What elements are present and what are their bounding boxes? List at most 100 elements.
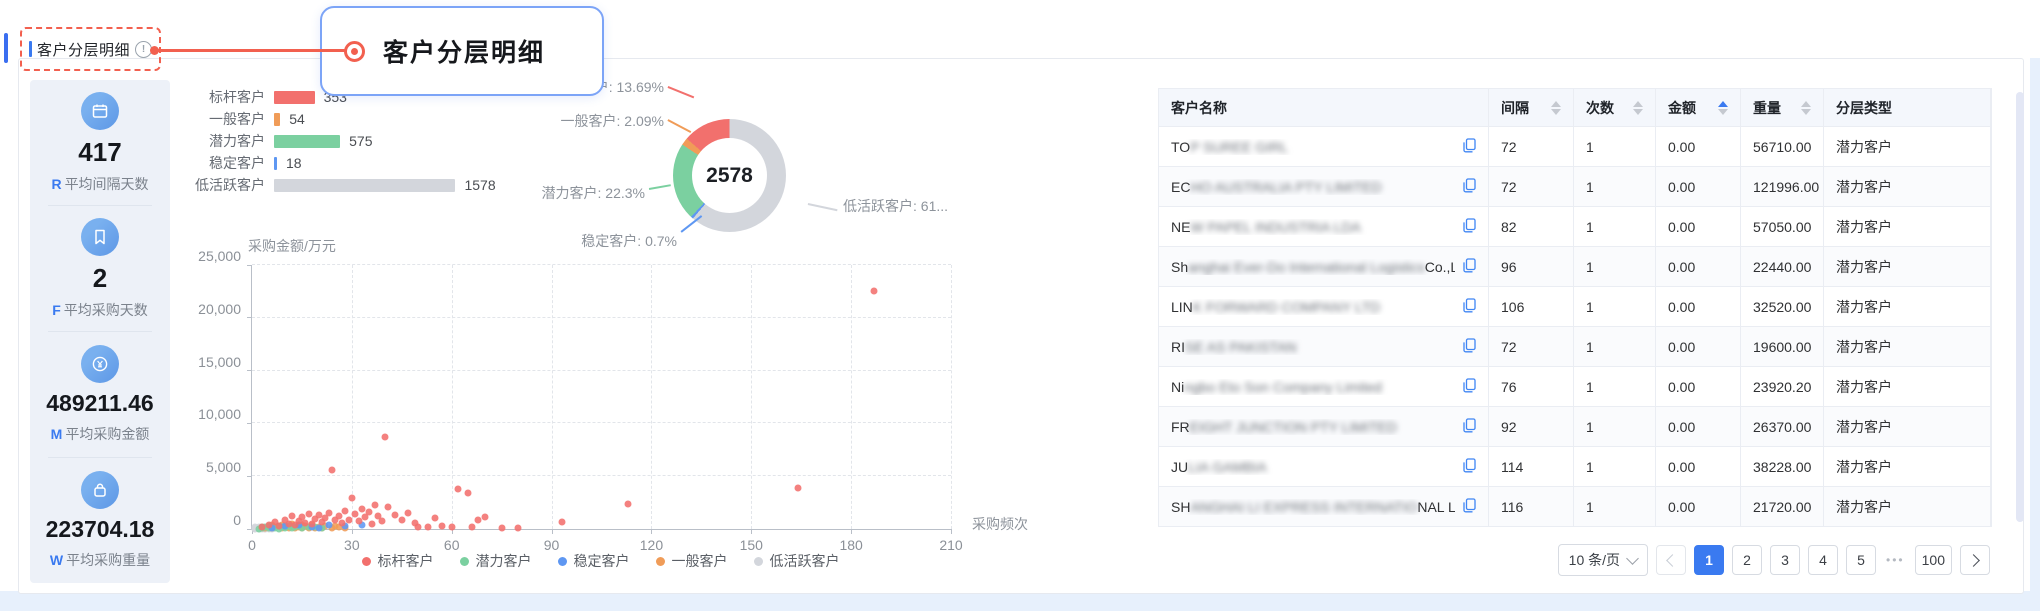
section-tag[interactable]: 客户分层明细 ! <box>20 27 161 71</box>
scatter-point[interactable] <box>325 510 332 517</box>
bar[interactable] <box>274 91 315 104</box>
sort-asc-icon[interactable] <box>1801 101 1811 107</box>
sort-asc-icon[interactable] <box>1633 101 1643 107</box>
copy-icon[interactable] <box>1463 138 1476 156</box>
page-size-select[interactable]: 10 条/页 <box>1558 544 1648 576</box>
sort-icons[interactable] <box>1633 101 1643 115</box>
scatter-point[interactable] <box>348 495 355 502</box>
bar[interactable] <box>274 157 277 170</box>
copy-icon[interactable] <box>1463 338 1476 356</box>
copy-icon[interactable] <box>1463 458 1476 476</box>
scatter-point[interactable] <box>438 522 445 529</box>
y-tick-mark <box>247 370 252 371</box>
sort-icons[interactable] <box>1801 101 1811 115</box>
page-button[interactable]: 1 <box>1694 545 1724 575</box>
table-row[interactable]: Shanghai Ever-Do International Logistics… <box>1159 247 1991 287</box>
table-header-cell[interactable]: 间隔 <box>1489 89 1574 127</box>
sort-icons[interactable] <box>1718 101 1728 115</box>
sort-desc-icon[interactable] <box>1718 109 1728 115</box>
table-row[interactable]: FREIGHT JUNCTION PTY LIMITED9210.0026370… <box>1159 407 1991 447</box>
table-cell: 56710.00 <box>1741 127 1824 167</box>
scrollbar[interactable] <box>2016 92 2024 522</box>
scatter-point[interactable] <box>558 518 565 525</box>
bar[interactable] <box>274 179 455 192</box>
scatter-point[interactable] <box>432 515 439 522</box>
scatter-point[interactable] <box>455 485 462 492</box>
scatter-point[interactable] <box>415 523 422 530</box>
table-row[interactable]: ECHO AUSTRALIA PTY LIMITED7210.00121996.… <box>1159 167 1991 207</box>
bar[interactable] <box>274 113 280 126</box>
page-button[interactable]: 4 <box>1808 545 1838 575</box>
sort-desc-icon[interactable] <box>1633 109 1643 115</box>
last-page-button[interactable]: 100 <box>1915 545 1952 575</box>
table-row[interactable]: Ningbo Eto Son Company Limited7610.00239… <box>1159 367 1991 407</box>
prev-page-button[interactable] <box>1656 545 1686 575</box>
page-button[interactable]: 2 <box>1732 545 1762 575</box>
scatter-point[interactable] <box>871 288 878 295</box>
scatter-point[interactable] <box>345 516 352 523</box>
sort-desc-icon[interactable] <box>1551 109 1561 115</box>
scatter-point[interactable] <box>342 508 349 515</box>
copy-icon[interactable] <box>1463 218 1476 236</box>
scatter-point[interactable] <box>328 466 335 473</box>
table-row[interactable]: TOP SUREE GIRL7210.0056710.00潜力客户 <box>1159 127 1991 167</box>
scatter-point[interactable] <box>378 517 385 524</box>
pagination-ellipsis[interactable]: ••• <box>1886 553 1905 567</box>
legend-item[interactable]: 潜力客户 <box>460 551 532 571</box>
scatter-point[interactable] <box>794 484 801 491</box>
table-row[interactable]: JULIA GAMBIA11410.0038228.00潜力客户 <box>1159 447 1991 487</box>
scatter-point[interactable] <box>498 524 505 531</box>
copy-icon[interactable] <box>1463 378 1476 396</box>
scatter-point[interactable] <box>482 514 489 521</box>
table-row[interactable]: NEW PAPEL INDUSTRIA LDA8210.0057050.00潜力… <box>1159 207 1991 247</box>
scatter-point[interactable] <box>398 516 405 523</box>
legend-item[interactable]: 低活跃客户 <box>754 551 840 571</box>
page-button[interactable]: 5 <box>1846 545 1876 575</box>
table-cell: 32520.00 <box>1741 287 1824 327</box>
name-blurred: K FORWARD COMPANY LTD <box>1193 299 1380 315</box>
sort-desc-icon[interactable] <box>1801 109 1811 115</box>
table-row[interactable]: RISE AS PAKISTAN7210.0019600.00潜力客户 <box>1159 327 1991 367</box>
scatter-point[interactable] <box>385 503 392 510</box>
page-button[interactable]: 3 <box>1770 545 1800 575</box>
sort-asc-icon[interactable] <box>1551 101 1561 107</box>
scatter-point[interactable] <box>382 434 389 441</box>
coin-icon <box>81 345 119 383</box>
copy-icon[interactable] <box>1463 178 1476 196</box>
scatter-point[interactable] <box>368 520 375 527</box>
table-header-cell[interactable]: 次数 <box>1574 89 1656 127</box>
table-row[interactable]: LINK FORWARD COMPANY LTD10610.0032520.00… <box>1159 287 1991 327</box>
table-cell: 0.00 <box>1656 367 1741 407</box>
scatter-point[interactable] <box>425 524 432 531</box>
next-page-button[interactable] <box>1960 545 1990 575</box>
copy-icon[interactable] <box>1463 258 1476 276</box>
scatter-point[interactable] <box>448 524 455 531</box>
table-cell: 潜力客户 <box>1824 367 1991 407</box>
scatter-point[interactable] <box>405 510 412 517</box>
sort-icons[interactable] <box>1551 101 1561 115</box>
scatter-point[interactable] <box>515 524 522 531</box>
sort-asc-icon[interactable] <box>1718 101 1728 107</box>
scatter-point[interactable] <box>465 489 472 496</box>
legend-item[interactable]: 标杆客户 <box>362 551 434 571</box>
table-header-cell[interactable]: 重量 <box>1741 89 1824 127</box>
bar-row: 一般客户54 <box>191 108 551 130</box>
legend-item[interactable]: 稳定客户 <box>558 551 630 571</box>
bar-row: 低活跃客户1578 <box>191 174 551 196</box>
scatter-point[interactable] <box>372 501 379 508</box>
customer-name-cell: LINK FORWARD COMPANY LTD <box>1159 287 1489 327</box>
table-row[interactable]: SHANGHAI LI EXPRESS INTERNATIONAL LOG116… <box>1159 487 1991 527</box>
scatter-point[interactable] <box>315 524 322 531</box>
scatter-point[interactable] <box>468 524 475 531</box>
scatter-point[interactable] <box>325 522 332 529</box>
kpi-value: 417 <box>78 139 121 165</box>
legend-item[interactable]: 一般客户 <box>656 551 728 571</box>
scatter-point[interactable] <box>625 500 632 507</box>
scatter-point[interactable] <box>275 523 282 530</box>
copy-icon[interactable] <box>1463 498 1476 516</box>
scatter-point[interactable] <box>365 509 372 516</box>
copy-icon[interactable] <box>1463 298 1476 316</box>
table-header-cell[interactable]: 金额 <box>1656 89 1741 127</box>
copy-icon[interactable] <box>1463 418 1476 436</box>
bar[interactable] <box>274 135 340 148</box>
